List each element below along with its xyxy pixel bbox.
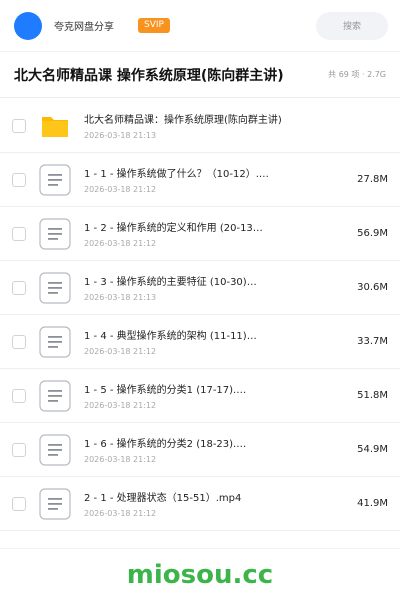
file-row[interactable]: 1 - 5 - 操作系统的分类1 (17-17).… 2026-03-18 21… — [0, 369, 400, 423]
file-size: 54.9M — [357, 444, 388, 455]
username: 夸克网盘分享 — [54, 22, 114, 33]
file-meta: 北大名师精品课：操作系统原理(陈向群主讲) 2026-03-18 21:13 — [84, 111, 378, 140]
file-row[interactable]: 1 - 6 - 操作系统的分类2 (18-23).… 2026-03-18 21… — [0, 423, 400, 477]
svip-badge: SVIP — [138, 18, 170, 33]
app-header: 夸克网盘分享 SVIP 搜索 — [0, 0, 400, 52]
document-icon — [38, 163, 72, 197]
file-date: 2026-03-18 21:12 — [84, 509, 157, 518]
file-name: 1 - 2 - 操作系统的定义和作用 (20-13… — [84, 223, 263, 234]
file-row[interactable]: 1 - 1 - 操作系统做了什么？（10-12）.… 2026-03-18 21… — [0, 153, 400, 207]
file-list: 北大名师精品课：操作系统原理(陈向群主讲) 2026-03-18 21:13 1… — [0, 99, 400, 531]
file-name: 1 - 3 - 操作系统的主要特征 (10-30)… — [84, 277, 257, 288]
folder-title-bar: 北大名师精品课 操作系统原理(陈向群主讲) 共 69 项 · 2.7G — [0, 52, 400, 98]
file-date: 2026-03-18 21:12 — [84, 239, 157, 248]
document-icon — [38, 379, 72, 413]
file-date: 2026-03-18 21:13 — [84, 293, 157, 302]
file-meta: 1 - 1 - 操作系统做了什么？（10-12）.… 2026-03-18 21… — [84, 165, 347, 194]
file-row[interactable]: 1 - 2 - 操作系统的定义和作用 (20-13… 2026-03-18 21… — [0, 207, 400, 261]
file-meta: 1 - 5 - 操作系统的分类1 (17-17).… 2026-03-18 21… — [84, 381, 347, 410]
row-checkbox[interactable] — [12, 280, 26, 295]
search-input[interactable]: 搜索 — [316, 11, 388, 40]
file-row[interactable]: 1 - 3 - 操作系统的主要特征 (10-30)… 2026-03-18 21… — [0, 261, 400, 315]
file-date: 2026-03-18 21:12 — [84, 347, 157, 356]
file-meta: 1 - 3 - 操作系统的主要特征 (10-30)… 2026-03-18 21… — [84, 273, 347, 302]
file-date: 2026-03-18 21:12 — [84, 401, 157, 410]
row-checkbox[interactable] — [12, 388, 26, 403]
row-checkbox[interactable] — [12, 172, 26, 187]
folder-stats: 共 69 项 · 2.7G — [328, 70, 386, 79]
file-name: 1 - 1 - 操作系统做了什么？（10-12）.… — [84, 169, 269, 180]
avatar[interactable] — [14, 11, 42, 40]
file-meta: 2 - 1 - 处理器状态（15-51）.mp4 2026-03-18 21:1… — [84, 489, 347, 518]
folder-icon — [38, 109, 72, 143]
file-meta: 1 - 2 - 操作系统的定义和作用 (20-13… 2026-03-18 21… — [84, 219, 347, 248]
file-name: 北大名师精品课：操作系统原理(陈向群主讲) — [84, 115, 282, 126]
file-name: 2 - 1 - 处理器状态（15-51）.mp4 — [84, 493, 242, 504]
file-size: 33.7M — [357, 336, 388, 347]
file-size: 41.9M — [357, 498, 388, 509]
file-size: 27.8M — [357, 174, 388, 185]
document-icon — [38, 325, 72, 359]
row-checkbox[interactable] — [12, 226, 26, 241]
row-checkbox[interactable] — [12, 118, 26, 133]
file-row[interactable]: 2 - 1 - 处理器状态（15-51）.mp4 2026-03-18 21:1… — [0, 477, 400, 531]
file-meta: 1 - 4 - 典型操作系统的架构 (11-11)… 2026-03-18 21… — [84, 327, 347, 356]
page-title: 北大名师精品课 操作系统原理(陈向群主讲) — [14, 67, 284, 84]
file-meta: 1 - 6 - 操作系统的分类2 (18-23).… 2026-03-18 21… — [84, 435, 347, 464]
file-name: 1 - 6 - 操作系统的分类2 (18-23).… — [84, 439, 247, 450]
file-date: 2026-03-18 21:12 — [84, 455, 157, 464]
file-name: 1 - 4 - 典型操作系统的架构 (11-11)… — [84, 331, 257, 342]
file-name: 1 - 5 - 操作系统的分类1 (17-17).… — [84, 385, 247, 396]
file-date: 2026-03-18 21:13 — [84, 131, 157, 140]
file-row[interactable]: 1 - 4 - 典型操作系统的架构 (11-11)… 2026-03-18 21… — [0, 315, 400, 369]
file-size: 56.9M — [357, 228, 388, 239]
file-row[interactable]: 北大名师精品课：操作系统原理(陈向群主讲) 2026-03-18 21:13 — [0, 99, 400, 153]
watermark: miosou.cc — [126, 559, 274, 590]
document-icon — [38, 217, 72, 251]
row-checkbox[interactable] — [12, 442, 26, 457]
document-icon — [38, 271, 72, 305]
file-size: 30.6M — [357, 282, 388, 293]
footer: miosou.cc — [0, 548, 400, 600]
file-date: 2026-03-18 21:12 — [84, 185, 157, 194]
document-icon — [38, 487, 72, 521]
document-icon — [38, 433, 72, 467]
row-checkbox[interactable] — [12, 334, 26, 349]
file-size: 51.8M — [357, 390, 388, 401]
row-checkbox[interactable] — [12, 496, 26, 511]
